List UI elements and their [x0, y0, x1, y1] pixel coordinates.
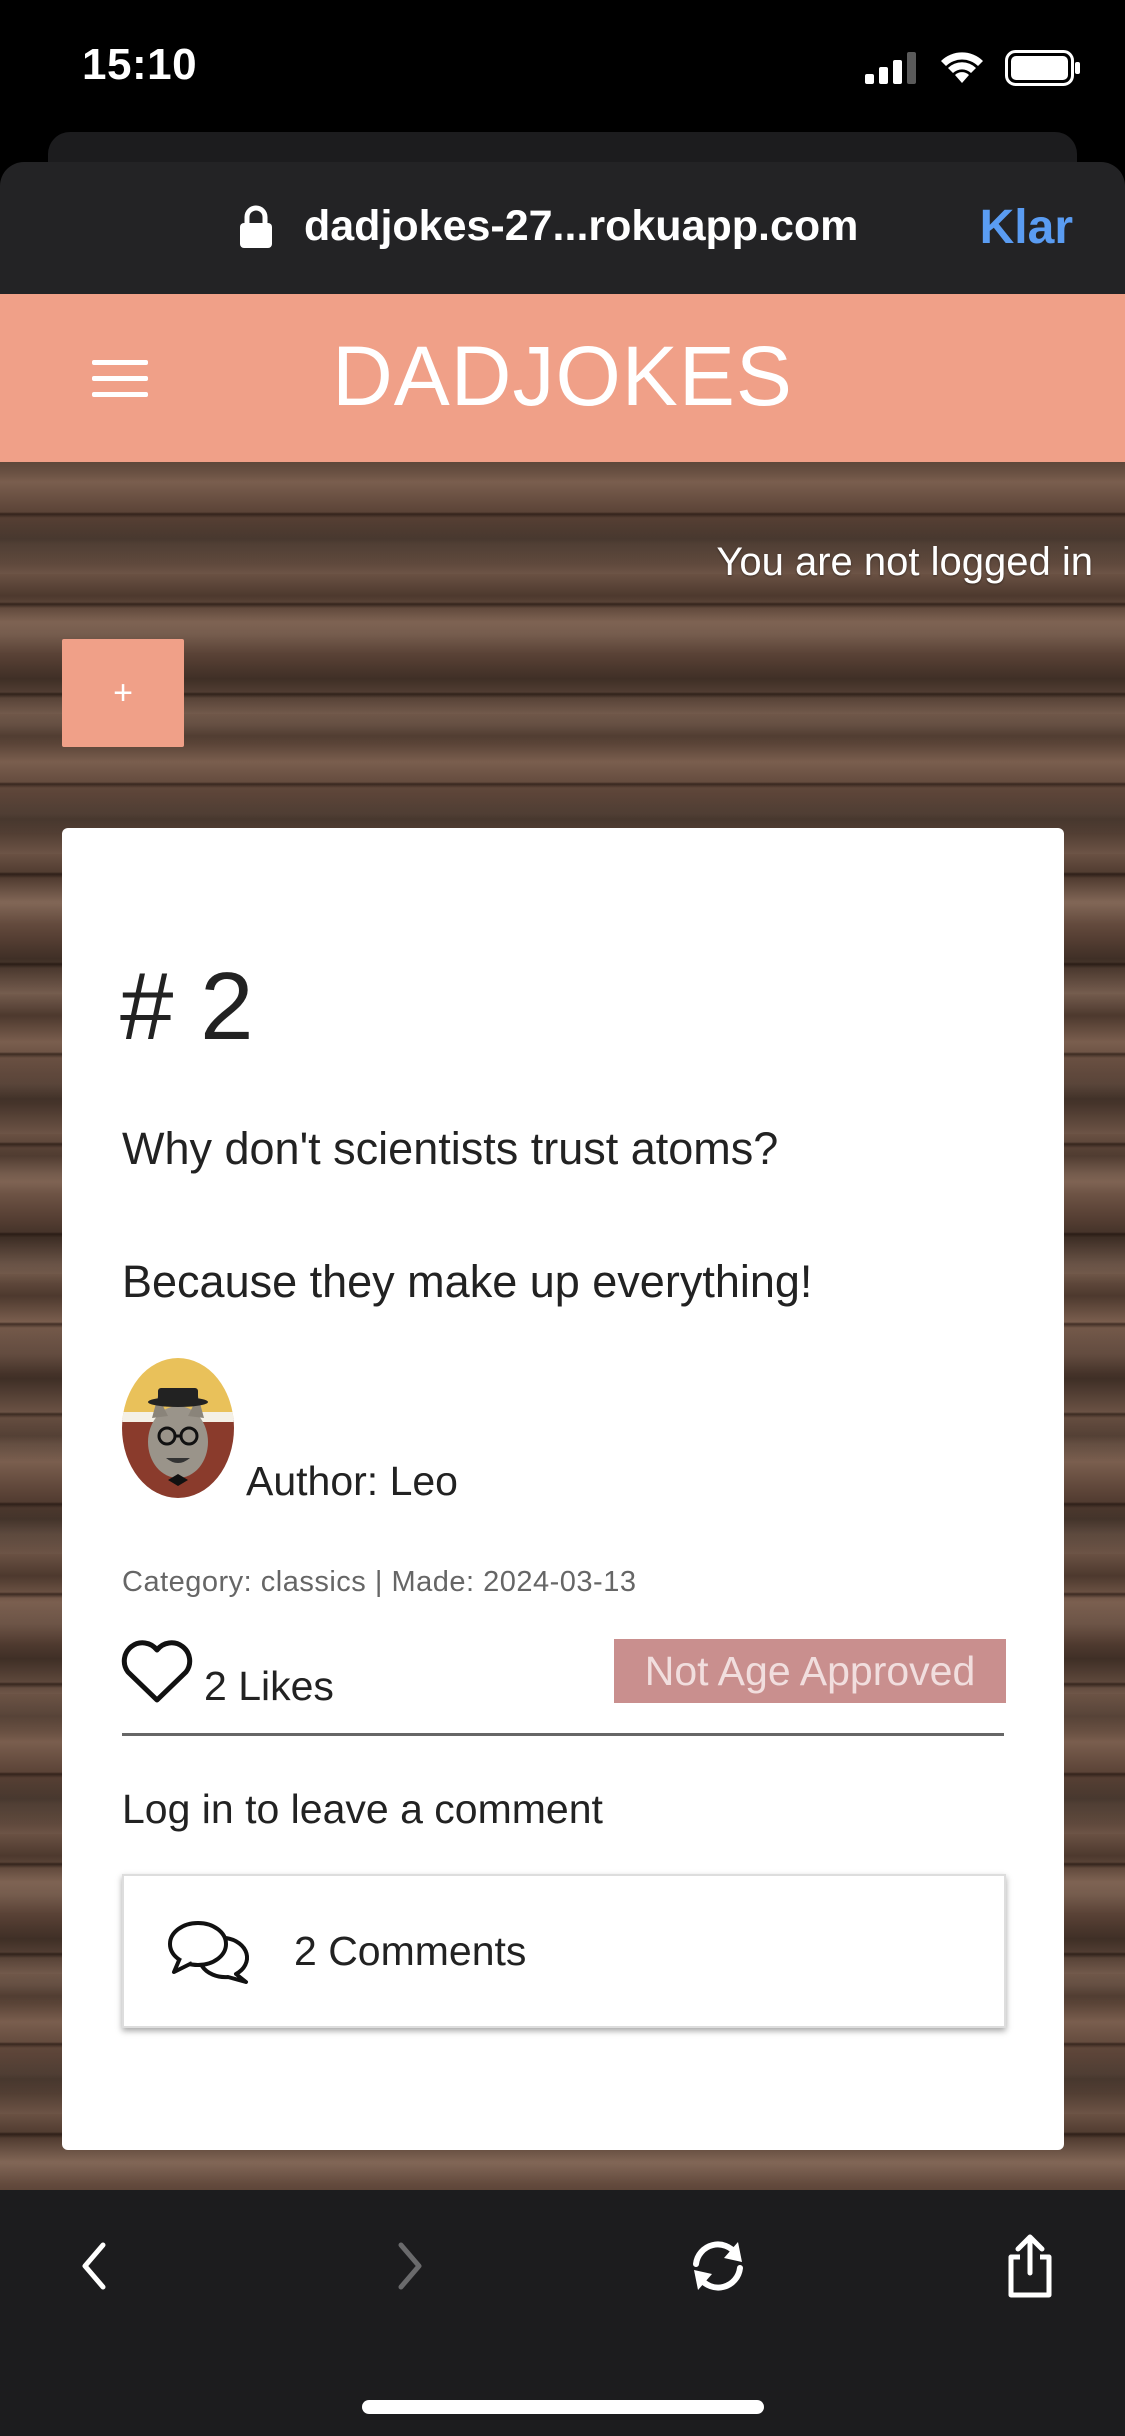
- joke-card: # 2 Why don't scientists trust atoms? Be…: [62, 828, 1064, 2150]
- likes-count: 2 Likes: [204, 1663, 334, 1709]
- done-button[interactable]: Klar: [980, 200, 1073, 255]
- status-time: 15:10: [82, 40, 198, 89]
- battery-icon: [1005, 50, 1080, 86]
- joke-punchline: Because they make up everything!: [122, 1256, 813, 1307]
- author-avatar: [122, 1358, 234, 1498]
- forward-icon: [398, 2242, 422, 2290]
- joke-meta: Category: classics | Made: 2024-03-13: [122, 1566, 637, 1598]
- site-brand[interactable]: DADJOKES: [0, 328, 1125, 425]
- like-control: 2 Likes: [120, 1638, 334, 1709]
- signal-icon: [865, 52, 916, 84]
- back-button[interactable]: [54, 2226, 134, 2306]
- heart-icon[interactable]: [120, 1638, 194, 1704]
- lock-icon: [240, 205, 272, 248]
- joke-number: # 2: [120, 953, 254, 1060]
- status-bar: 15:10: [0, 0, 1125, 135]
- comments-toggle[interactable]: 2 Comments: [122, 1874, 1006, 2028]
- browser-address-bar: dadjokes-27...rokuapp.com Klar: [0, 162, 1125, 294]
- joke-author[interactable]: Author: Leo: [246, 1458, 458, 1505]
- site-navbar: DADJOKES: [0, 294, 1125, 462]
- share-button[interactable]: [990, 2226, 1070, 2306]
- reload-button[interactable]: [678, 2226, 758, 2306]
- joke-setup: Why don't scientists trust atoms?: [122, 1123, 779, 1174]
- url-text: dadjokes-27...rokuapp.com: [304, 202, 859, 250]
- url-display[interactable]: dadjokes-27...rokuapp.com: [238, 202, 858, 251]
- wifi-icon: [941, 52, 983, 83]
- divider: [122, 1733, 1004, 1736]
- status-icons: [865, 50, 1081, 86]
- login-to-comment[interactable]: Log in to leave a comment: [122, 1786, 603, 1833]
- page-content: DADJOKES You are not logged in + # 2 Why…: [0, 294, 1125, 2190]
- age-approval-badge: Not Age Approved: [614, 1639, 1006, 1703]
- forward-button[interactable]: [370, 2226, 450, 2306]
- home-indicator[interactable]: [362, 2400, 764, 2414]
- share-icon: [1008, 2234, 1052, 2298]
- comments-count: 2 Comments: [294, 1927, 527, 1974]
- comments-icon: [168, 1921, 250, 1984]
- reload-icon: [693, 2241, 743, 2291]
- back-icon: [82, 2242, 106, 2290]
- add-joke-button[interactable]: +: [62, 639, 184, 747]
- login-status: You are not logged in: [716, 540, 1093, 584]
